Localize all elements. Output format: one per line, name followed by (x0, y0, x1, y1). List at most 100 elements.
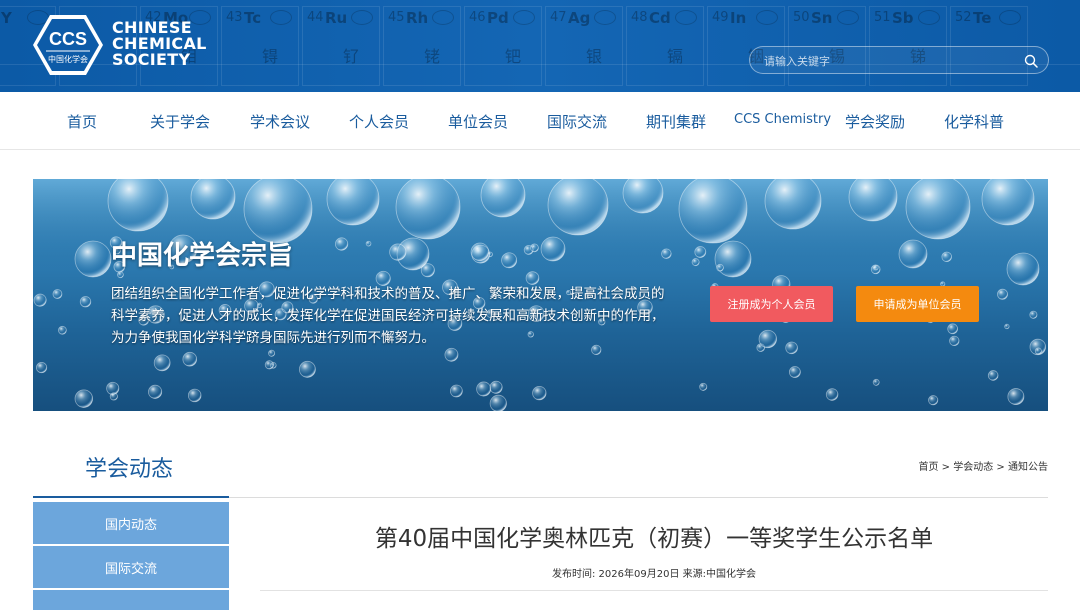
periodic-cell: 48 Cd 镉 (626, 6, 704, 86)
orbital-icon (918, 10, 940, 25)
periodic-cell-symbol: Ag (568, 9, 591, 27)
banner-title: 中国化学会宗旨 (111, 241, 294, 271)
bubble (187, 388, 202, 403)
apply-unit-member-button[interactable]: 申请成为单位会员 (856, 286, 979, 322)
breadcrumb-separator: > (938, 462, 954, 473)
bubble (788, 366, 801, 378)
nav-personal-member[interactable]: 个人会员 (349, 111, 409, 132)
banner-desc-line-2: 科学素养，促进人才的成长，发挥化学在促进国民经济可持续发展和高新技术创新中的作用… (111, 308, 665, 324)
bubble (298, 360, 316, 378)
bubble (540, 236, 566, 262)
bubble (691, 258, 700, 267)
bubble (1034, 347, 1042, 355)
bubble (501, 252, 518, 269)
bubble (389, 243, 407, 261)
bubble (714, 240, 752, 278)
periodic-cell-symbol: Cd (649, 9, 671, 27)
bubble (678, 179, 748, 244)
periodic-cell-number: 44 (307, 10, 324, 25)
nav-unit-member[interactable]: 单位会员 (448, 111, 508, 132)
orbital-icon (675, 10, 697, 25)
bubble (694, 246, 707, 258)
search-box (749, 46, 1049, 74)
periodic-cell-number: 46 (469, 10, 486, 25)
orbital-icon (594, 10, 616, 25)
sidebar: 国内动态 国际交流 (33, 502, 229, 612)
bubble (489, 380, 503, 394)
bubble (444, 347, 459, 362)
periodic-cell-symbol: In (730, 9, 747, 27)
periodic-cell-symbol: Sn (811, 9, 833, 27)
register-personal-member-button[interactable]: 注册成为个人会员 (710, 286, 833, 322)
breadcrumb-separator: > (993, 462, 1008, 473)
logo-abbr: CCS (49, 29, 87, 49)
ccs-logo[interactable]: CCS 中国化学会 (32, 14, 104, 76)
periodic-cell: 47 Ag 银 (545, 6, 623, 86)
bubble (987, 370, 999, 381)
periodic-cell-symbol: Tc (244, 9, 262, 27)
orbital-icon (756, 10, 778, 25)
bubble (334, 237, 349, 251)
nav-conferences[interactable]: 学术会议 (250, 111, 310, 132)
periodic-cell-number: 48 (631, 10, 648, 25)
sidebar-item-next[interactable] (33, 590, 229, 610)
sidebar-item-international[interactable]: 国际交流 (33, 546, 229, 588)
bubble (153, 354, 171, 372)
bubble (470, 242, 490, 262)
nav-ccs-chemistry[interactable]: CCS Chemistry (734, 112, 831, 127)
bubble (870, 264, 881, 275)
search-icon[interactable] (1024, 54, 1038, 68)
article-title: 第40届中国化学奥林匹克（初赛）一等奖学生公示名单 (374, 526, 934, 552)
orbital-icon (513, 10, 535, 25)
bubble (1007, 388, 1025, 405)
bubble (898, 239, 928, 269)
article-divider (260, 590, 1048, 591)
banner-desc-line-3: 为力争使我国化学科学跻身国际先进行列而不懈努力。 (111, 330, 435, 346)
periodic-cell-symbol: Te (973, 9, 992, 27)
bubble (58, 325, 67, 335)
periodic-cell-symbol: Pd (487, 9, 509, 27)
society-name[interactable]: CHINESE CHEMICAL SOCIETY (112, 20, 207, 68)
bubble (928, 395, 939, 406)
orbital-icon (837, 10, 859, 25)
section-divider-accent (33, 496, 229, 498)
bubble (981, 179, 1035, 226)
bubble (941, 251, 952, 263)
society-name-line-3: SOCIETY (112, 50, 191, 69)
nav-about[interactable]: 关于学会 (150, 111, 210, 132)
bubble (148, 384, 163, 399)
nav-awards[interactable]: 学会奖励 (845, 111, 905, 132)
bubble (365, 240, 372, 247)
periodic-cell-number: 43 (226, 10, 243, 25)
bubble (716, 263, 724, 272)
bubble (825, 388, 839, 401)
bubble (182, 351, 198, 367)
search-input[interactable] (764, 52, 1014, 70)
periodic-cell-number: 49 (712, 10, 729, 25)
bubble (905, 179, 971, 240)
bubble (489, 394, 507, 411)
breadcrumb-home[interactable]: 首页 (919, 462, 939, 473)
bubble (532, 385, 547, 401)
bubble (450, 384, 463, 398)
periodic-cell-number: 52 (955, 10, 972, 25)
periodic-cell-symbol: Sb (892, 9, 914, 27)
bubble (764, 179, 822, 230)
nav-popular-science[interactable]: 化学科普 (944, 111, 1004, 132)
bubble (661, 248, 672, 259)
bubble (74, 240, 112, 278)
mission-banner: 中国化学会宗旨 团结组织全国化学工作者，促进化学学科和技术的普及、推广、繁荣和发… (33, 179, 1048, 411)
periodic-cell-symbol: Y (1, 9, 12, 27)
breadcrumb-news[interactable]: 学会动态 (953, 462, 993, 473)
nav-journals[interactable]: 期刊集群 (646, 111, 706, 132)
bubble (947, 323, 959, 335)
bubble (420, 263, 435, 278)
nav-home[interactable]: 首页 (67, 111, 97, 132)
nav-international[interactable]: 国际交流 (547, 111, 607, 132)
sidebar-item-domestic-news[interactable]: 国内动态 (33, 502, 229, 544)
logo-cn: 中国化学会 (48, 54, 88, 64)
breadcrumb-notices[interactable]: 通知公告 (1008, 462, 1048, 473)
article-meta: 发布时间: 2026年09月20日 来源:中国化学会 (260, 565, 1048, 580)
bubble (699, 382, 708, 391)
orbital-icon (270, 10, 292, 25)
